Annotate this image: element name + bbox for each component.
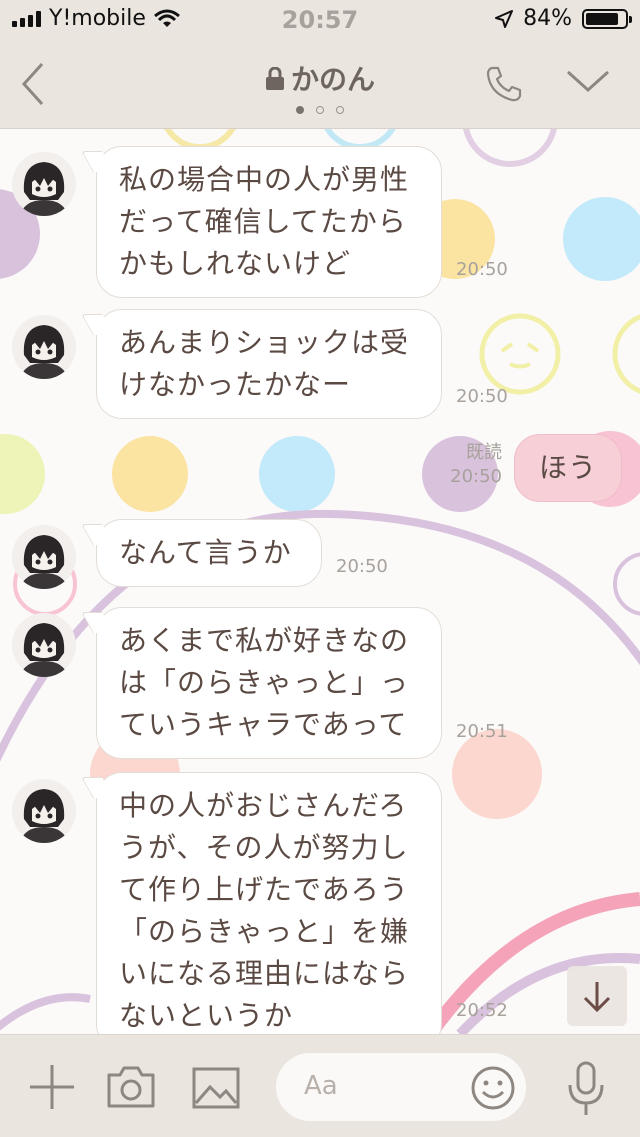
sender-avatar[interactable] xyxy=(12,525,76,589)
message-time: 20:50 xyxy=(456,259,508,280)
sender-avatar[interactable] xyxy=(12,315,76,379)
lock-icon xyxy=(265,67,284,90)
sender-avatar[interactable] xyxy=(12,779,76,843)
sent-message-bubble[interactable]: ほう xyxy=(514,434,622,502)
received-message-bubble[interactable]: あんまりショックは受 けなかったかなー xyxy=(96,309,442,419)
status-bar: Y!mobile 20:57 84% xyxy=(0,0,640,40)
microphone-icon[interactable] xyxy=(566,1061,606,1117)
message-time: 20:50 xyxy=(456,386,508,407)
message-time: 20:50 xyxy=(336,556,388,577)
chat-title: かのん xyxy=(0,58,640,98)
smiley-icon[interactable] xyxy=(470,1065,516,1111)
received-message-bubble[interactable]: なんて言うか xyxy=(96,519,322,587)
chat-area[interactable]: 私の場合中の人が男性 だって確信してたから かもしれないけど 20:50 あんまりシ… xyxy=(0,129,640,1034)
chat-header: かのん xyxy=(0,40,640,129)
sender-avatar[interactable] xyxy=(12,613,76,677)
composer-bar: Aa xyxy=(0,1034,640,1137)
battery-fill xyxy=(586,12,618,25)
message-input-placeholder: Aa xyxy=(304,1071,338,1101)
arrow-down-icon xyxy=(583,982,611,1013)
battery-icon xyxy=(582,8,632,29)
message-time: 20:50 xyxy=(450,466,502,487)
received-message-bubble[interactable]: 中の人がおじさんだろ うが、その人が努力し て作り上げたであろう 「のらきゃっと… xyxy=(96,772,442,1034)
phone-icon[interactable] xyxy=(484,64,524,104)
chat-title-text: かのん xyxy=(290,63,375,96)
page-indicator xyxy=(0,106,640,114)
message-time: 20:51 xyxy=(456,721,508,742)
received-message-bubble[interactable]: 私の場合中の人が男性 だって確信してたから かもしれないけど xyxy=(96,146,442,298)
message-time: 20:52 xyxy=(456,1000,508,1021)
read-receipt: 既読 20:50 xyxy=(450,441,502,489)
status-right: 84% xyxy=(495,6,632,31)
location-icon xyxy=(495,9,514,28)
received-message-bubble[interactable]: あくまで私が好きなの は「のらきゃっと」っ ていうキャラであって xyxy=(96,607,442,759)
scroll-to-bottom-button[interactable] xyxy=(567,966,627,1026)
chevron-down-icon[interactable] xyxy=(566,68,610,96)
battery-percent: 84% xyxy=(523,6,572,31)
page-dot xyxy=(336,106,344,114)
plus-icon[interactable] xyxy=(28,1063,76,1111)
read-label: 既読 xyxy=(466,442,502,463)
message-input[interactable]: Aa xyxy=(276,1053,526,1121)
page-dot xyxy=(316,106,324,114)
image-icon[interactable] xyxy=(192,1067,240,1109)
page-dot xyxy=(296,106,304,114)
sender-avatar[interactable] xyxy=(12,152,76,216)
camera-icon[interactable] xyxy=(106,1065,156,1109)
